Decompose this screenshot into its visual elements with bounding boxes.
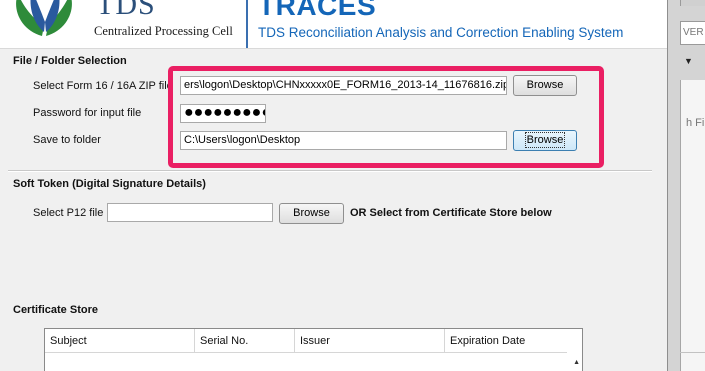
password-label: Password for input file xyxy=(33,107,142,119)
app-subtitle: TDS Reconciliation Analysis and Correcti… xyxy=(258,25,624,40)
column-header-issuer[interactable]: Issuer xyxy=(295,329,445,353)
background-window-title-bar xyxy=(680,0,705,6)
dropdown-arrow-icon[interactable]: ▼ xyxy=(684,56,693,66)
p12-browse-button[interactable]: Browse xyxy=(279,203,344,224)
header-divider xyxy=(246,0,248,48)
app-header: TDS Centralized Processing Cell TRACES T… xyxy=(0,0,667,49)
save-folder-label: Save to folder xyxy=(33,134,101,146)
scroll-up-arrow-icon[interactable]: ▲ xyxy=(573,359,580,366)
background-window-field[interactable]: VER xyxy=(680,21,705,45)
p12-browse-label: Browse xyxy=(293,207,330,219)
section-separator xyxy=(8,170,652,172)
tds-leaf-logo-icon xyxy=(16,0,72,36)
logo-subtitle: Centralized Processing Cell xyxy=(94,24,233,38)
column-header-subject[interactable]: Subject xyxy=(45,329,195,353)
soft-token-section-title: Soft Token (Digital Signature Details) xyxy=(13,178,206,190)
traces-utility-window: TDS Centralized Processing Cell TRACES T… xyxy=(0,0,667,371)
annotation-highlight-box xyxy=(168,66,604,168)
p12-file-input[interactable] xyxy=(107,203,273,222)
certificate-store-title: Certificate Store xyxy=(13,304,98,316)
column-header-serial-no[interactable]: Serial No. xyxy=(195,329,295,353)
zip-file-label: Select Form 16 / 16A ZIP file xyxy=(33,80,169,92)
app-title: TRACES xyxy=(258,0,377,21)
background-window-divider xyxy=(680,352,705,353)
p12-file-label: Select P12 file xyxy=(33,207,104,219)
certificate-table[interactable]: Subject Serial No. Issuer Expiration Dat… xyxy=(44,328,583,371)
background-window-text: h Fil xyxy=(686,117,705,129)
column-header-expiration-date[interactable]: Expiration Date xyxy=(445,329,567,353)
certificate-store-hint: OR Select from Certificate Store below xyxy=(350,207,552,219)
file-folder-section-title: File / Folder Selection xyxy=(13,55,127,67)
tds-logo-text: TDS xyxy=(96,0,156,21)
